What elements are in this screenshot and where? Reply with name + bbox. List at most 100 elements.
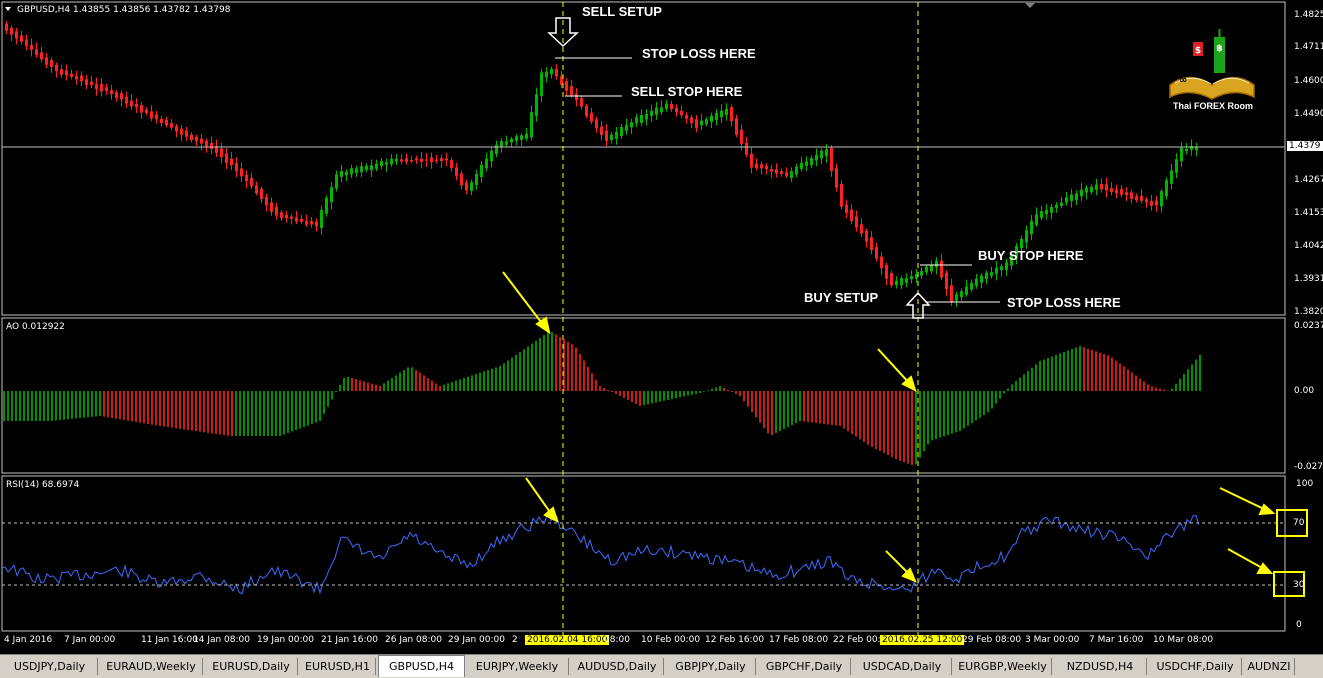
candle-body xyxy=(1045,209,1048,215)
symbol-tab[interactable]: AUDNZI xyxy=(1244,658,1295,675)
candle-body xyxy=(735,118,738,135)
candle-body xyxy=(990,272,993,276)
candle-body xyxy=(865,230,868,242)
time-tick-label: 7 Mar 16:00 xyxy=(1089,635,1144,645)
candle-body xyxy=(1115,189,1118,194)
candle-body xyxy=(125,96,128,104)
candle-body xyxy=(160,118,163,124)
time-tick-label: 19 Jan 00:00 xyxy=(257,635,314,645)
candle-body xyxy=(610,134,613,141)
candle-body xyxy=(1135,196,1138,201)
symbol-header: GBPUSD,H4 1.43855 1.43856 1.43782 1.4379… xyxy=(17,5,231,15)
candle-body xyxy=(825,149,828,156)
symbol-tab[interactable]: NZDUSD,H4 xyxy=(1054,658,1147,675)
candle-body xyxy=(820,150,823,159)
candle-body xyxy=(185,130,188,137)
candle-body xyxy=(805,161,808,166)
candle-body xyxy=(410,159,413,162)
candle-body xyxy=(115,92,118,98)
up-arrow-icon xyxy=(905,291,931,319)
rsi-axis-100: 100 xyxy=(1296,479,1314,489)
price-tick-label: 1.4153 xyxy=(1294,208,1323,218)
candle-body xyxy=(400,159,403,162)
candle-body xyxy=(65,70,68,76)
candle-body xyxy=(455,167,458,176)
symbol-tab[interactable]: USDCAD,Daily xyxy=(853,658,952,675)
candle-body xyxy=(205,140,208,147)
candle-body xyxy=(1020,238,1023,249)
candle-body xyxy=(1080,189,1083,197)
symbol-tab[interactable]: EURJPY,Weekly xyxy=(466,658,569,675)
candle-body xyxy=(315,221,318,227)
symbol-tab[interactable]: USDCHF,Daily xyxy=(1149,658,1242,675)
candle-body xyxy=(155,114,158,120)
candle-body xyxy=(1100,183,1103,190)
candle-body xyxy=(620,127,623,137)
candle-body xyxy=(660,107,663,113)
candle-body xyxy=(595,119,598,129)
candle-body xyxy=(940,260,943,278)
candle-body xyxy=(490,150,493,162)
candle-body xyxy=(1155,200,1158,206)
symbol-tab[interactable]: GBPUSD,H4 xyxy=(378,655,465,677)
pointer-arrow-head-icon xyxy=(1256,562,1274,574)
candle-body xyxy=(855,216,858,228)
candle-body xyxy=(470,182,473,191)
buy-stop-label: BUY STOP HERE xyxy=(978,248,1084,263)
candle-body xyxy=(690,117,693,124)
candle-body xyxy=(725,108,728,116)
candle-body xyxy=(140,105,143,113)
candle-body xyxy=(200,138,203,144)
candle-body xyxy=(30,44,33,50)
candle-body xyxy=(995,267,998,274)
candle-body xyxy=(900,278,903,286)
candle-body xyxy=(305,220,308,225)
candle-body xyxy=(135,103,138,108)
candle-body xyxy=(80,75,83,82)
ao-header: AO 0.012922 xyxy=(6,322,65,332)
candle-body xyxy=(1105,184,1108,191)
candle-body xyxy=(180,128,183,135)
symbol-tab[interactable]: EURAUD,Weekly xyxy=(100,658,203,675)
candle-body xyxy=(695,119,698,128)
candle-body xyxy=(210,143,213,149)
symbol-tab[interactable]: EURUSD,Daily xyxy=(205,658,298,675)
symbol-tab[interactable]: EURUSD,H1 xyxy=(300,658,376,675)
candle-body xyxy=(425,159,428,161)
candle-body xyxy=(960,291,963,298)
candle-body xyxy=(570,86,573,96)
time-tick-label: 29 Jan 00:00 xyxy=(448,635,505,645)
candle-body xyxy=(550,68,553,75)
candle-body xyxy=(520,135,523,140)
candle-body xyxy=(5,23,8,31)
candle-body xyxy=(925,266,928,273)
candle-body xyxy=(545,71,548,78)
candle-body xyxy=(95,83,98,89)
chart-window[interactable]: GBPUSD,H4 1.43855 1.43856 1.43782 1.4379… xyxy=(0,0,1323,678)
candle-body xyxy=(1130,192,1133,200)
time-tick-label: 21 Jan 16:00 xyxy=(321,635,378,645)
symbol-tab[interactable]: GBPJPY,Daily xyxy=(666,658,756,675)
candle-body xyxy=(255,185,258,194)
candle-body xyxy=(235,163,238,172)
candle-body xyxy=(920,271,923,276)
candle-body xyxy=(220,148,223,158)
pointer-arrow-icon xyxy=(877,348,911,385)
rsi-axis-30: 30 xyxy=(1293,580,1305,590)
candle-body xyxy=(810,158,813,166)
symbol-tab[interactable]: GBPCHF,Daily xyxy=(758,658,851,675)
candle-body xyxy=(1050,206,1053,213)
symbol-tab[interactable]: AUDUSD,Daily xyxy=(571,658,664,675)
symbol-tab-bar: USDJPY,Daily EURAUD,Weekly EURUSD,Daily EUR… xyxy=(0,654,1323,678)
rsi-axis-0: 0 xyxy=(1296,620,1302,630)
candle-body xyxy=(1065,197,1068,203)
candle-body xyxy=(780,171,783,174)
symbol-tab[interactable]: EURGBP,Weekly xyxy=(954,658,1052,675)
rsi-axis-70: 70 xyxy=(1293,518,1305,528)
candle-body xyxy=(650,110,653,116)
dropdown-arrow-icon xyxy=(5,7,11,11)
symbol-tab[interactable]: USDJPY,Daily xyxy=(2,658,98,675)
candle-body xyxy=(85,79,88,86)
candle-body xyxy=(795,166,798,175)
candle-body xyxy=(680,110,683,116)
